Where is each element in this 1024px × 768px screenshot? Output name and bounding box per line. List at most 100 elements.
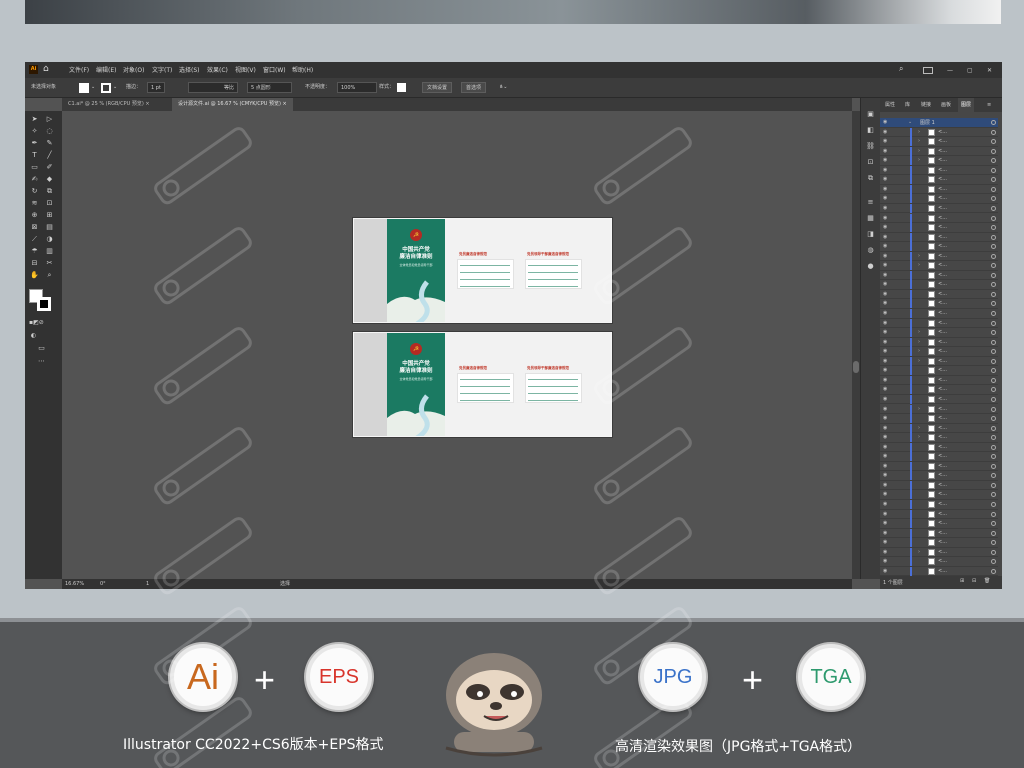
layers-icon[interactable]: ⧉ xyxy=(866,174,875,183)
eye-icon[interactable]: ◉ xyxy=(883,157,887,163)
menu-view[interactable]: 视图(V) xyxy=(235,66,256,75)
stroke-color-swatch[interactable] xyxy=(37,297,51,311)
chevron-right-icon[interactable]: › xyxy=(918,329,920,335)
chevron-right-icon[interactable]: › xyxy=(918,129,920,135)
zoom-tool-icon[interactable]: ⌕ xyxy=(45,271,54,280)
eye-icon[interactable]: ◉ xyxy=(883,491,887,497)
layer-row[interactable]: ◉ <... xyxy=(880,165,998,176)
eye-icon[interactable]: ◉ xyxy=(883,329,887,335)
eye-icon[interactable]: ◉ xyxy=(883,167,887,173)
chevron-right-icon[interactable]: › xyxy=(918,425,920,431)
stroke-panel-icon[interactable]: ≡ xyxy=(866,198,875,207)
graphic-styles-icon[interactable]: ● xyxy=(866,262,875,271)
zoom-level[interactable]: 16.67% xyxy=(65,580,84,588)
minimize-icon[interactable]: — xyxy=(947,66,953,75)
artboard[interactable]: ☭ 中国共产党 廉洁自律准则 全体党员和党员领导干部 党员廉洁自律规范 党员领导干… xyxy=(353,218,612,323)
new-sublayer-icon[interactable]: ⊟ xyxy=(972,578,976,584)
layer-row[interactable]: ◉ <... xyxy=(880,394,998,405)
layer-row[interactable]: ◉ <... xyxy=(880,375,998,386)
layer-row[interactable]: ◉ <... xyxy=(880,414,998,424)
target-icon[interactable] xyxy=(991,263,996,269)
eye-icon[interactable]: ◉ xyxy=(883,129,887,135)
eye-icon[interactable]: ◉ xyxy=(883,425,887,431)
preferences-button[interactable]: 首选项 xyxy=(461,82,487,93)
eye-icon[interactable]: ◉ xyxy=(883,195,887,201)
target-icon[interactable] xyxy=(991,225,996,231)
target-icon[interactable] xyxy=(991,454,996,460)
menu-effect[interactable]: 效果(C) xyxy=(207,66,228,75)
target-icon[interactable] xyxy=(991,282,996,288)
eye-icon[interactable]: ◉ xyxy=(883,348,887,354)
layer-row[interactable]: ◉ › <... xyxy=(880,356,998,367)
eye-icon[interactable]: ◉ xyxy=(883,558,887,564)
target-icon[interactable] xyxy=(991,406,996,412)
stroke-weight-input[interactable]: 1 pt xyxy=(147,82,165,93)
menu-edit[interactable]: 编辑(E) xyxy=(96,66,116,75)
layer-row[interactable]: ◉ <... xyxy=(880,557,998,567)
target-icon[interactable] xyxy=(991,244,996,250)
eye-icon[interactable]: ◉ xyxy=(883,406,887,412)
layer-row[interactable]: ◉ <... xyxy=(880,232,998,243)
target-icon[interactable] xyxy=(991,358,996,364)
menu-window[interactable]: 窗口(W) xyxy=(263,66,286,75)
more-tools-icon[interactable]: ⋯ xyxy=(37,357,46,366)
eye-icon[interactable]: ◉ xyxy=(883,472,887,478)
magic-wand-icon[interactable]: ✧ xyxy=(30,127,39,136)
tab-properties[interactable]: 属性 xyxy=(882,98,898,112)
chevron-right-icon[interactable]: › xyxy=(918,358,920,364)
eye-icon[interactable]: ◉ xyxy=(883,415,887,421)
menu-help[interactable]: 帮助(H) xyxy=(292,66,313,75)
layer-row[interactable]: ◉ <... xyxy=(880,442,998,453)
tab-artboards[interactable]: 画板 xyxy=(938,98,954,112)
layer-row[interactable]: ◉ <... xyxy=(880,280,998,290)
layer-row[interactable]: ◉ › <... xyxy=(880,156,998,166)
layer-row[interactable]: ◉ › <... xyxy=(880,261,998,271)
target-icon[interactable] xyxy=(991,148,996,154)
layer-row[interactable]: ◉ › <... xyxy=(880,423,998,434)
layer-row[interactable]: ◉ › <... xyxy=(880,127,998,138)
target-icon[interactable] xyxy=(991,320,996,326)
rectangle-tool-icon[interactable]: ▭ xyxy=(30,163,39,172)
layer-row[interactable]: ◉ <... xyxy=(880,528,998,539)
layer-row[interactable]: ◉ <... xyxy=(880,366,998,376)
layer-row[interactable]: ◉ <... xyxy=(880,242,998,252)
eye-icon[interactable]: ◉ xyxy=(883,224,887,230)
eye-icon[interactable]: ◉ xyxy=(883,234,887,240)
layer-row[interactable]: ◉ <... xyxy=(880,538,998,548)
symbol-sprayer-icon[interactable]: ☂ xyxy=(30,247,39,256)
transparency-icon[interactable]: ◨ xyxy=(866,230,875,239)
chevron-right-icon[interactable]: › xyxy=(918,339,920,345)
properties-icon[interactable]: ▣ xyxy=(866,110,875,119)
chevron-down-icon[interactable]: ⌄ xyxy=(908,119,912,125)
chevron-right-icon[interactable]: › xyxy=(918,348,920,354)
layer-row[interactable]: ◉ <... xyxy=(880,480,998,491)
pen-tool-icon[interactable]: ✒ xyxy=(30,139,39,148)
eye-icon[interactable]: ◉ xyxy=(883,377,887,383)
target-icon[interactable] xyxy=(991,311,996,316)
vertical-scrollbar[interactable] xyxy=(852,111,860,579)
screen-mode-icon[interactable]: ▭ xyxy=(37,344,46,353)
eye-icon[interactable]: ◉ xyxy=(883,205,887,211)
layer-row[interactable]: ◉ <... xyxy=(880,289,998,300)
layer-row[interactable]: ◉ <... xyxy=(880,213,998,224)
eye-icon[interactable]: ◉ xyxy=(883,186,887,192)
tab-libraries[interactable]: 库 xyxy=(902,98,913,112)
chevron-right-icon[interactable]: › xyxy=(918,157,920,163)
eye-icon[interactable]: ◉ xyxy=(883,501,887,507)
perspective-grid-icon[interactable]: ⊞ xyxy=(45,211,54,220)
layer-row[interactable]: ◉ › <... xyxy=(880,251,998,262)
eye-icon[interactable]: ◉ xyxy=(883,148,887,154)
tab-c1[interactable]: C1.ai* @ 25 % (RGB/CPU 预览) × xyxy=(62,98,156,111)
layer-row[interactable]: ◉ <... xyxy=(880,490,998,500)
layer-row[interactable]: ◉ <... xyxy=(880,461,998,472)
layer-row[interactable]: ◉ <... xyxy=(880,223,998,233)
chevron-down-icon[interactable]: ⌄ xyxy=(113,82,117,93)
direct-selection-tool-icon[interactable]: ▷ xyxy=(45,115,54,124)
rotate-tool-icon[interactable]: ↻ xyxy=(30,187,39,196)
target-icon[interactable] xyxy=(991,521,996,527)
target-icon[interactable] xyxy=(991,120,996,125)
layer-row[interactable]: ◉ › <... xyxy=(880,137,998,147)
target-icon[interactable] xyxy=(991,463,996,469)
artboard[interactable]: ☭ 中国共产党 廉洁自律准则 全体党员和党员领导干部 党员廉洁自律规范 党员领导干… xyxy=(353,332,612,437)
brush-select[interactable]: 5 点圆形 xyxy=(247,82,292,93)
